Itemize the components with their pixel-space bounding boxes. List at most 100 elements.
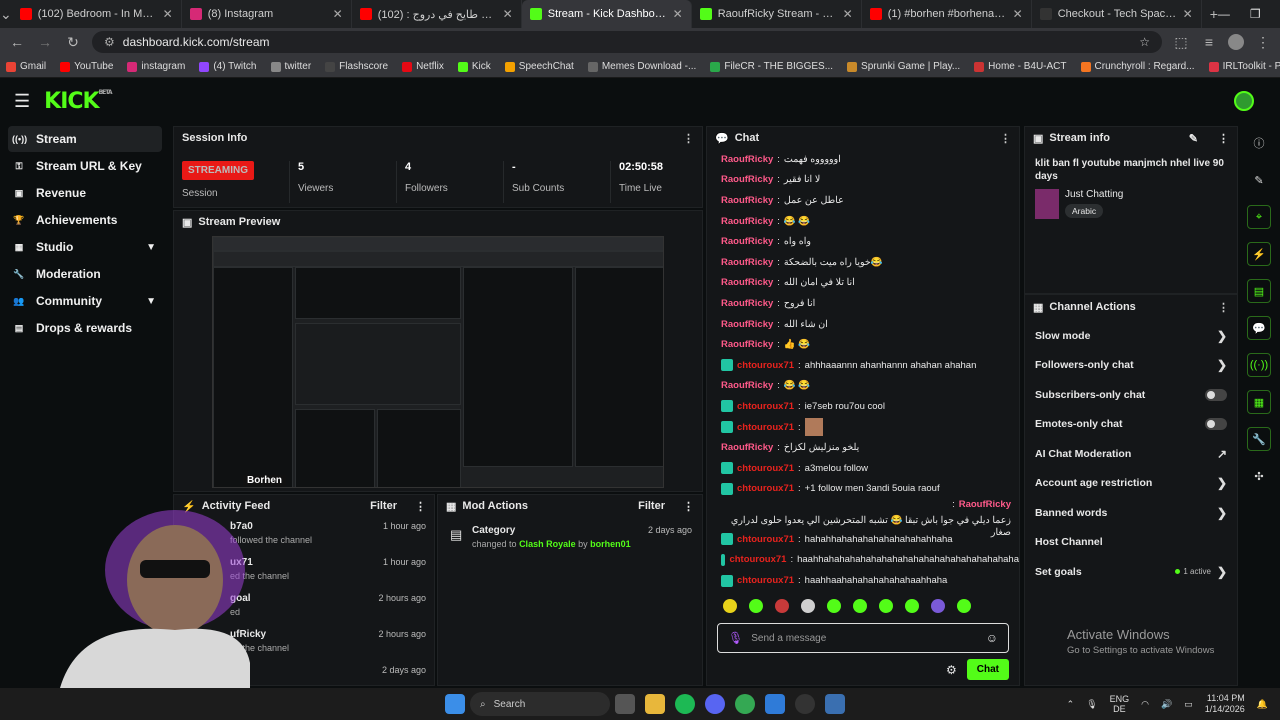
edit-icon[interactable]: ✎ — [1189, 132, 1198, 145]
chat-username[interactable]: RaoufRicky — [721, 380, 773, 391]
browser-tab[interactable]: (8) Instagram ✕ — [182, 0, 352, 28]
clock-date[interactable]: 1/14/2026 — [1205, 704, 1245, 715]
tab-close-icon[interactable]: ✕ — [503, 7, 513, 21]
browser-tab[interactable]: Checkout - Tech Space Tunisie ✕ — [1032, 0, 1202, 28]
actions-more-icon[interactable]: ⋮ — [1218, 301, 1229, 314]
emote-icon[interactable] — [775, 599, 789, 613]
lang-line2[interactable]: DE — [1110, 704, 1130, 714]
chat-username[interactable]: chtouroux71 — [737, 360, 794, 371]
channel-action-account-age-restriction[interactable]: Account age restriction ❯ — [1025, 469, 1237, 499]
bookmark-item[interactable]: instagram — [127, 61, 185, 72]
monitor-icon[interactable] — [825, 694, 845, 714]
bookmark-item[interactable]: IRLToolkit - Premiu... — [1208, 61, 1280, 72]
discord-icon[interactable] — [705, 694, 725, 714]
browser-tab[interactable]: RaoufRicky Stream - Watch Live ✕ — [692, 0, 862, 28]
app-icon[interactable] — [765, 694, 785, 714]
spotify-icon[interactable] — [675, 694, 695, 714]
channel-action-ai-chat-moderation[interactable]: AI Chat Moderation ↗ — [1025, 439, 1237, 469]
channel-action-emotes-only-chat[interactable]: Emotes-only chat — [1025, 410, 1237, 440]
emote-icon[interactable] — [879, 599, 893, 613]
emote-icon[interactable] — [931, 599, 945, 613]
windows-start-icon[interactable] — [445, 694, 465, 714]
rail-wrench-icon[interactable]: 🔧 — [1247, 427, 1271, 451]
chat-username[interactable]: RaoufRicky — [721, 319, 773, 330]
site-info-icon[interactable]: ⚙ — [104, 35, 115, 49]
browser-tab[interactable]: سكران طايح في دروج : (102) ✕ — [352, 0, 522, 28]
rail-target-icon[interactable]: ⌖ — [1247, 205, 1271, 229]
back-icon[interactable]: ← — [8, 34, 26, 50]
rail-bolt-icon[interactable]: ⚡ — [1247, 242, 1271, 266]
url-field[interactable]: ⚙ dashboard.kick.com/stream ☆ — [92, 31, 1162, 53]
rail-layout-icon[interactable]: ▦ — [1247, 390, 1271, 414]
chrome-icon[interactable] — [735, 694, 755, 714]
tab-list-icon[interactable]: ⌄ — [0, 6, 12, 23]
chat-username[interactable]: chtouroux71 — [737, 401, 794, 412]
taskbar-search[interactable]: ⌕ Search — [470, 692, 610, 716]
emote-icon[interactable] — [905, 599, 919, 613]
channel-action-followers-only-chat[interactable]: Followers-only chat ❯ — [1025, 351, 1237, 381]
session-more-icon[interactable]: ⋮ — [683, 132, 694, 145]
bookmark-item[interactable]: (4) Twitch — [199, 61, 257, 72]
bookmark-item[interactable]: Home - B4U-ACT — [974, 61, 1067, 72]
chat-username[interactable]: RaoufRicky — [721, 442, 773, 453]
bookmark-item[interactable]: Gmail — [6, 61, 46, 72]
sidebar-item-stream[interactable]: ((•)) Stream — [8, 126, 162, 152]
chevron-down-icon[interactable]: ▼ — [146, 296, 156, 307]
bookmark-star-icon[interactable]: ☆ — [1139, 35, 1150, 49]
sidebar-item-studio[interactable]: ▦ Studio ▼ — [8, 234, 162, 260]
bookmark-item[interactable]: twitter — [270, 61, 311, 72]
tray-chevron-icon[interactable]: ⌃ — [1067, 699, 1075, 710]
mod-filter-button[interactable]: Filter — [638, 500, 665, 512]
tab-close-icon[interactable]: ✕ — [843, 7, 853, 21]
browser-tab[interactable]: Stream - Kick Dashboard ✕ — [521, 0, 692, 28]
chat-username[interactable]: RaoufRicky — [721, 236, 773, 247]
mod-action-user[interactable]: borhen01 — [590, 539, 631, 549]
chat-username[interactable]: chtouroux71 — [737, 422, 794, 433]
stream-preview-video[interactable]: Borhen — [212, 236, 664, 488]
mod-more-icon[interactable]: ⋮ — [683, 500, 694, 513]
reload-icon[interactable]: ↻ — [64, 34, 82, 51]
bookmark-item[interactable]: Memes Download -... — [587, 61, 696, 72]
channel-action-banned-words[interactable]: Banned words ❯ — [1025, 498, 1237, 528]
maximize-icon[interactable]: ❐ — [1250, 7, 1261, 21]
rail-extensions-icon[interactable]: ✣ — [1247, 464, 1271, 488]
chat-send-button[interactable]: Chat — [966, 659, 1009, 680]
bookmark-item[interactable]: YouTube — [60, 61, 113, 72]
sidebar-item-achievements[interactable]: 🏆 Achievements — [8, 207, 162, 233]
chevron-down-icon[interactable]: ▼ — [146, 242, 156, 253]
chat-username[interactable]: chtouroux71 — [737, 483, 794, 494]
channel-action-subscribers-only-chat[interactable]: Subscribers-only chat — [1025, 380, 1237, 410]
chat-username[interactable]: chtouroux71 — [729, 554, 786, 565]
user-avatar[interactable] — [1234, 91, 1254, 111]
channel-action-host-channel[interactable]: Host Channel — [1025, 528, 1237, 558]
emote-icon[interactable] — [853, 599, 867, 613]
channel-action-slow-mode[interactable]: Slow mode ❯ — [1025, 321, 1237, 351]
chat-username[interactable]: RaoufRicky — [721, 277, 773, 288]
emote-icon[interactable] — [957, 599, 971, 613]
chat-settings-icon[interactable]: ⚙ — [946, 663, 957, 677]
chat-input[interactable]: 🎙 Send a message ☺ — [717, 623, 1009, 653]
rail-edit-icon[interactable]: ✎ — [1247, 168, 1271, 192]
emote-icon[interactable] — [723, 599, 737, 613]
sidebar-item-community[interactable]: 👥 Community ▼ — [8, 288, 162, 314]
toggle-switch[interactable] — [1205, 388, 1227, 401]
volume-icon[interactable]: 🔊 — [1161, 699, 1172, 710]
tab-close-icon[interactable]: ✕ — [333, 7, 343, 21]
kick-logo[interactable]: KICKBETA — [44, 89, 112, 114]
new-tab-icon[interactable]: + — [1210, 6, 1218, 22]
chat-username[interactable]: RaoufRicky — [721, 257, 773, 268]
chat-image[interactable] — [804, 418, 823, 437]
chat-username[interactable]: RaoufRicky — [721, 174, 773, 185]
microphone-icon[interactable]: 🎙 — [728, 631, 743, 645]
extensions-icon[interactable]: ⬚ — [1172, 34, 1190, 51]
chat-username[interactable]: chtouroux71 — [737, 575, 794, 586]
emote-icon[interactable] — [801, 599, 815, 613]
steam-icon[interactable] — [795, 694, 815, 714]
toggle-switch[interactable] — [1205, 418, 1227, 431]
battery-icon[interactable]: ▭ — [1184, 699, 1193, 710]
mic-tray-icon[interactable]: 🎙 — [1086, 699, 1097, 710]
rail-list-icon[interactable]: ▤ — [1247, 279, 1271, 303]
media-icon[interactable]: ≡ — [1200, 34, 1218, 50]
emote-icon[interactable] — [749, 599, 763, 613]
chat-username[interactable]: chtouroux71 — [737, 463, 794, 474]
